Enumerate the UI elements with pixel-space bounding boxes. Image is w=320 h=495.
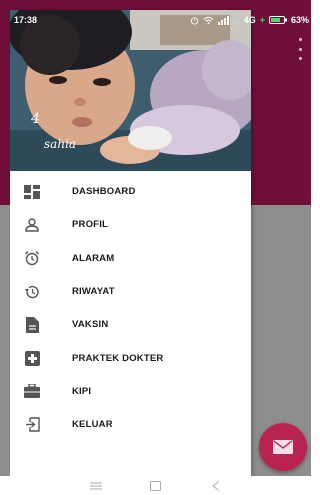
menu-label-keluar: KELUAR	[72, 419, 113, 431]
briefcase-icon	[22, 381, 42, 401]
history-icon	[22, 282, 42, 302]
menu-label-kipi: KIPI	[72, 385, 92, 397]
menu-label-vaksin: VAKSIN	[72, 319, 109, 331]
medical-cross-icon	[22, 348, 42, 368]
envelope-icon	[273, 440, 293, 454]
network-type: 4G	[243, 15, 256, 25]
menu-item-praktek-dokter[interactable]: PRAKTEK DOKTER	[10, 341, 251, 374]
menu-item-dashboard[interactable]: DASHBOARD	[10, 175, 251, 208]
menu-item-alaram[interactable]: ALARAM	[10, 242, 251, 275]
menu-item-keluar[interactable]: KELUAR	[10, 408, 251, 441]
back-nav-icon[interactable]	[209, 480, 223, 492]
menu-label-dashboard: DASHBOARD	[72, 186, 136, 198]
menu-item-riwayat[interactable]: RIWAYAT	[10, 275, 251, 308]
menu-label-praktek-dokter: PRAKTEK DOKTER	[72, 352, 164, 364]
menu-label-riwayat: RIWAYAT	[72, 286, 115, 298]
menu-label-profil: PROFIL	[72, 219, 109, 231]
person-icon	[22, 215, 42, 235]
battery-icon	[268, 16, 287, 24]
signal-icon-2	[232, 17, 239, 25]
logout-icon	[22, 415, 42, 435]
battery-percent: 63%	[290, 15, 309, 25]
menu-item-profil[interactable]: PROFIL	[10, 208, 251, 241]
status-bar: 17:38 4G + 63%	[10, 10, 311, 30]
menu-item-kipi[interactable]: KIPI	[10, 375, 251, 408]
menu-item-vaksin[interactable]: VAKSIN	[10, 308, 251, 341]
header-number: 4	[31, 111, 40, 127]
message-fab-button[interactable]	[259, 423, 307, 471]
document-icon	[22, 315, 42, 335]
menu-label-alaram: ALARAM	[72, 252, 115, 264]
menu-nav-icon[interactable]	[89, 480, 103, 492]
signal-icon	[217, 15, 229, 25]
alarm-clock-icon	[22, 248, 42, 268]
header-name: sahia	[44, 137, 77, 151]
drawer-menu: DASHBOARD PROFIL ALARAM RIWAYAT VAKSIN P…	[10, 175, 251, 441]
system-nav-bar	[0, 476, 311, 495]
alarm-status-icon	[190, 16, 198, 25]
overflow-menu-icon[interactable]	[293, 38, 307, 60]
dashboard-icon	[22, 182, 42, 202]
navigation-drawer: 4 sahia DASHBOARD PROFIL ALARAM RIWAYAT …	[10, 10, 251, 476]
status-time: 17:38	[14, 15, 38, 25]
drawer-header: 4 sahia	[10, 10, 251, 171]
home-nav-icon[interactable]	[149, 480, 163, 492]
wifi-icon	[203, 16, 214, 24]
charging-icon: +	[259, 15, 265, 25]
